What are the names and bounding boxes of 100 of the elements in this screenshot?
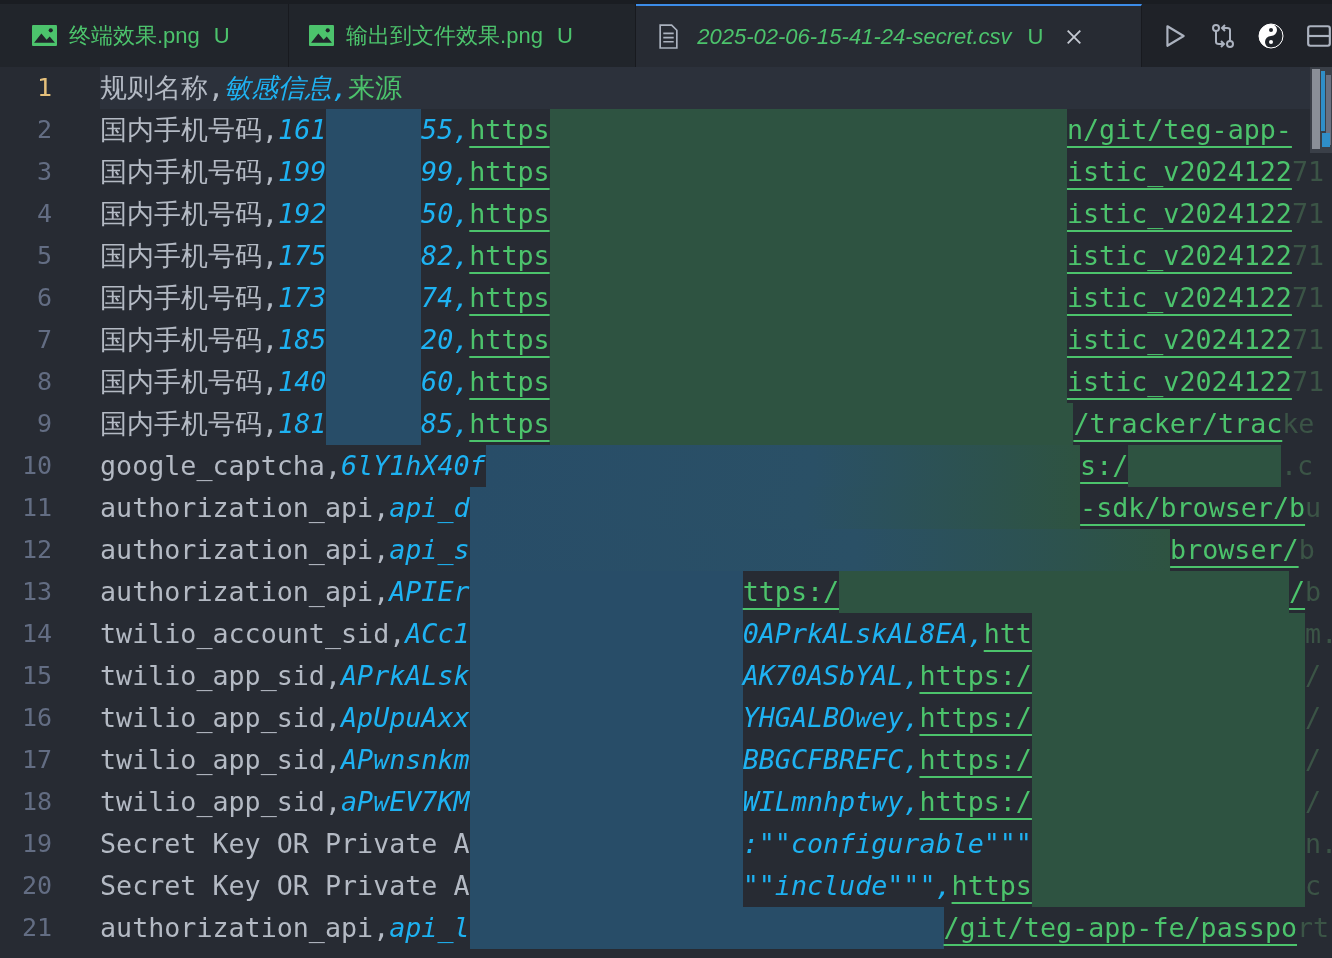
code-text: 国内手机号码, xyxy=(100,408,279,439)
line-number: 6 xyxy=(35,282,52,314)
code-text: authorization_api, xyxy=(100,534,390,565)
code-value: 185 xyxy=(278,324,327,355)
code-text: twilio_app_sid, xyxy=(100,660,341,691)
code-value: 敏感信息, xyxy=(224,72,349,103)
code-value: 82, xyxy=(421,240,470,271)
code-link[interactable]: https xyxy=(469,240,550,271)
line-number: 20 xyxy=(20,870,52,902)
code-value: APIEr xyxy=(389,576,470,607)
code-text: / xyxy=(1305,786,1322,817)
yin-yang-icon[interactable] xyxy=(1258,22,1284,49)
code-link[interactable]: istic_v2024122 xyxy=(1066,156,1292,187)
code-text: authorization_api, xyxy=(100,912,390,943)
tab-title: 输出到文件效果.png xyxy=(346,21,543,50)
line-number: 8 xyxy=(35,366,52,398)
line-number: 18 xyxy=(20,786,52,818)
code-link[interactable]: https:/ xyxy=(919,744,1032,775)
code-link[interactable]: https:/ xyxy=(919,660,1032,691)
line-number: 21 xyxy=(20,912,52,944)
code-value: BBGCFBREFC, xyxy=(742,744,920,775)
code-value: APrkALsk xyxy=(341,660,470,691)
code-link[interactable]: n/git/teg-app- xyxy=(1066,114,1292,145)
code-value: 99, xyxy=(421,156,470,187)
code-link[interactable]: ttps:/ xyxy=(742,576,840,607)
code-link[interactable]: istic_v2024122 xyxy=(1066,366,1292,397)
code-value: YHGALBOwey, xyxy=(742,702,920,733)
code-text: google_captcha, xyxy=(100,450,341,481)
code-text: / xyxy=(1305,744,1322,775)
code-text: 国内手机号码, xyxy=(100,198,279,229)
tab-title: 终端效果.png xyxy=(69,21,200,50)
code-value: api_s xyxy=(389,534,470,565)
code-text: / xyxy=(1305,660,1322,691)
code-text: 国内手机号码, xyxy=(100,156,279,187)
code-value: api_l xyxy=(389,912,470,943)
code-value: ""include""", xyxy=(742,870,952,901)
file-icon xyxy=(658,24,680,49)
code-link[interactable]: s:/ xyxy=(1080,450,1129,481)
editor-tab[interactable]: 2025-02-06-15-41-24-secret.csv U xyxy=(636,4,1142,67)
code-link[interactable]: https xyxy=(469,198,550,229)
code-link[interactable]: https xyxy=(469,408,550,439)
git-status-label: U xyxy=(556,22,573,49)
line-number: 17 xyxy=(20,744,52,776)
line-number: 4 xyxy=(35,198,52,230)
code-link[interactable]: /git/teg-app-fe/passpo xyxy=(943,912,1297,943)
code-link[interactable]: istic_v2024122 xyxy=(1066,282,1292,313)
code-value: 181 xyxy=(278,408,327,439)
code-link[interactable]: istic_v2024122 xyxy=(1066,240,1292,271)
git-status-label: U xyxy=(1027,23,1044,50)
code-value: ApUpuAxx xyxy=(341,702,470,733)
code-link[interactable]: https xyxy=(469,324,550,355)
code-value: 74, xyxy=(421,282,470,313)
line-number: 2 xyxy=(35,114,52,146)
image-icon xyxy=(309,25,335,46)
code-value: ACc1 xyxy=(405,618,470,649)
line-number: 10 xyxy=(20,450,52,482)
split-editor-icon[interactable] xyxy=(1306,22,1332,49)
code-link[interactable]: https xyxy=(951,870,1032,901)
code-text: twilio_app_sid, xyxy=(100,702,341,733)
code-text: twilio_app_sid, xyxy=(100,744,341,775)
code-link[interactable]: -sdk/browser/b xyxy=(1080,492,1306,523)
code-link[interactable]: istic_v2024122 xyxy=(1066,198,1292,229)
code-value: 140 xyxy=(278,366,327,397)
code-value: 175 xyxy=(278,240,327,271)
code-link[interactable]: https xyxy=(469,156,550,187)
minimap-drawing[interactable] xyxy=(1310,67,1332,153)
code-link[interactable]: https:/ xyxy=(919,702,1032,733)
code-text: 国内手机号码, xyxy=(100,282,279,313)
code-link[interactable]: https xyxy=(469,282,550,313)
code-text: authorization_api, xyxy=(100,492,390,523)
code-link[interactable]: browser/ xyxy=(1170,534,1299,565)
code-text: Secret Key OR Private A xyxy=(100,828,470,859)
code-link[interactable]: /tracker/trac xyxy=(1073,408,1283,439)
code-link[interactable]: / xyxy=(1289,576,1306,607)
code-text: / xyxy=(1305,702,1322,733)
code-link[interactable]: https:/ xyxy=(919,786,1032,817)
code-value: 0APrkALskAL8EA, xyxy=(742,618,984,649)
code-value: 199 xyxy=(278,156,327,187)
code-value: 50, xyxy=(421,198,470,229)
tab-title: 2025-02-06-15-41-24-secret.csv xyxy=(697,23,1012,50)
code-value: 6lY1hX40f xyxy=(341,450,486,481)
code-text: 规则名称, xyxy=(100,72,225,103)
code-value: AK70ASbYAL, xyxy=(742,660,920,691)
code-link[interactable]: https xyxy=(469,114,550,145)
code-value: APwnsnkm xyxy=(341,744,470,775)
code-link[interactable]: https xyxy=(469,366,550,397)
code-value: WILmnhptwy, xyxy=(742,786,920,817)
code-text: twilio_app_sid, xyxy=(100,786,341,817)
compare-icon[interactable] xyxy=(1210,22,1236,49)
image-icon xyxy=(32,25,57,46)
code-text: 国内手机号码, xyxy=(100,114,279,145)
close-icon[interactable] xyxy=(1065,27,1084,46)
code-link[interactable]: istic_v2024122 xyxy=(1066,324,1292,355)
line-number: 12 xyxy=(20,534,52,566)
code-link[interactable]: htt xyxy=(983,618,1032,649)
code-value: 161 xyxy=(278,114,327,145)
line-number: 7 xyxy=(35,324,52,356)
line-number: 13 xyxy=(20,576,52,608)
code-text: Secret Key OR Private A xyxy=(100,870,470,901)
line-number: 5 xyxy=(35,240,52,272)
